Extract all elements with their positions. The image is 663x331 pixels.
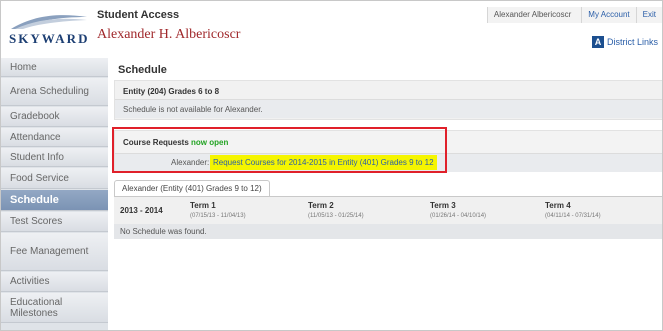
sidebar-item-schedule[interactable]: Schedule [1, 190, 108, 211]
district-links-label: District Links [606, 37, 658, 47]
sidebar-item-food-service[interactable]: Food Service [1, 168, 108, 189]
schedule-header-row: 2013 - 2014 Term 1 (07/15/13 - 11/04/13)… [114, 196, 662, 224]
term-4-dates: (04/11/14 - 07/31/14) [545, 213, 601, 219]
sidebar-item-test-scores[interactable]: Test Scores [1, 212, 108, 232]
page-title: Schedule [118, 64, 167, 76]
term-1-header: Term 1 (07/15/13 - 11/04/13) [190, 201, 246, 221]
header: SKYWARD Student Access Alexander H. Albe… [1, 1, 662, 57]
term-3-header: Term 3 (01/26/14 - 04/10/14) [430, 201, 486, 221]
sidebar-item-activities[interactable]: Activities [1, 272, 108, 292]
entity-204-panel: Entity (204) Grades 6 to 8 Schedule is n… [114, 80, 662, 120]
top-nav: Alexander Albericoscr My Account Exit [486, 7, 662, 23]
sidebar-item-attendance[interactable]: Attendance [1, 128, 108, 147]
term-2-header: Term 2 (11/05/13 - 01/25/14) [308, 201, 364, 221]
entity-message: Schedule is not available for Alexander. [115, 99, 662, 118]
app-title: Student Access [97, 9, 180, 21]
exit-link[interactable]: Exit [635, 7, 662, 23]
sidebar-item-educational-milestones[interactable]: Educational Milestones [1, 293, 108, 323]
tab-alexander-entity-401[interactable]: Alexander (Entity (401) Grades 9 to 12) [114, 180, 270, 197]
school-year: 2013 - 2014 [120, 206, 163, 215]
term-1-name: Term 1 [190, 201, 216, 210]
term-2-name: Term 2 [308, 201, 334, 210]
term-3-name: Term 3 [430, 201, 456, 210]
sidebar: Home Arena Scheduling Gradebook Attendan… [1, 58, 108, 330]
sidebar-item-home[interactable]: Home [1, 58, 108, 77]
term-2-dates: (11/05/13 - 01/25/14) [308, 213, 364, 219]
student-name: Alexander H. Albericoscr [97, 27, 241, 42]
no-schedule-message: No Schedule was found. [114, 224, 662, 239]
sidebar-item-arena-scheduling[interactable]: Arena Scheduling [1, 78, 108, 106]
my-account-link[interactable]: My Account [581, 7, 636, 23]
district-links-button[interactable]: A District Links [591, 36, 658, 48]
user-name: Alexander Albericoscr [486, 7, 582, 23]
term-1-dates: (07/15/13 - 11/04/13) [190, 213, 246, 219]
term-4-header: Term 4 (04/11/14 - 07/31/14) [545, 201, 601, 221]
sidebar-item-fee-management[interactable]: Fee Management [1, 233, 108, 271]
sidebar-item-gradebook[interactable]: Gradebook [1, 107, 108, 127]
logo-text: SKYWARD [9, 31, 90, 46]
main-content: Schedule Entity (204) Grades 6 to 8 Sche… [109, 58, 662, 330]
course-requests-highlight-box [112, 127, 447, 173]
skyward-logo[interactable]: SKYWARD [9, 11, 89, 49]
entity-title: Entity (204) Grades 6 to 8 [123, 87, 220, 96]
district-links-icon: A [591, 36, 604, 48]
term-3-dates: (01/26/14 - 04/10/14) [430, 213, 487, 219]
skyward-window: SKYWARD Student Access Alexander H. Albe… [0, 0, 663, 331]
sidebar-item-student-info[interactable]: Student Info [1, 148, 108, 167]
swoosh-icon [11, 15, 87, 29]
term-4-name: Term 4 [545, 201, 571, 210]
